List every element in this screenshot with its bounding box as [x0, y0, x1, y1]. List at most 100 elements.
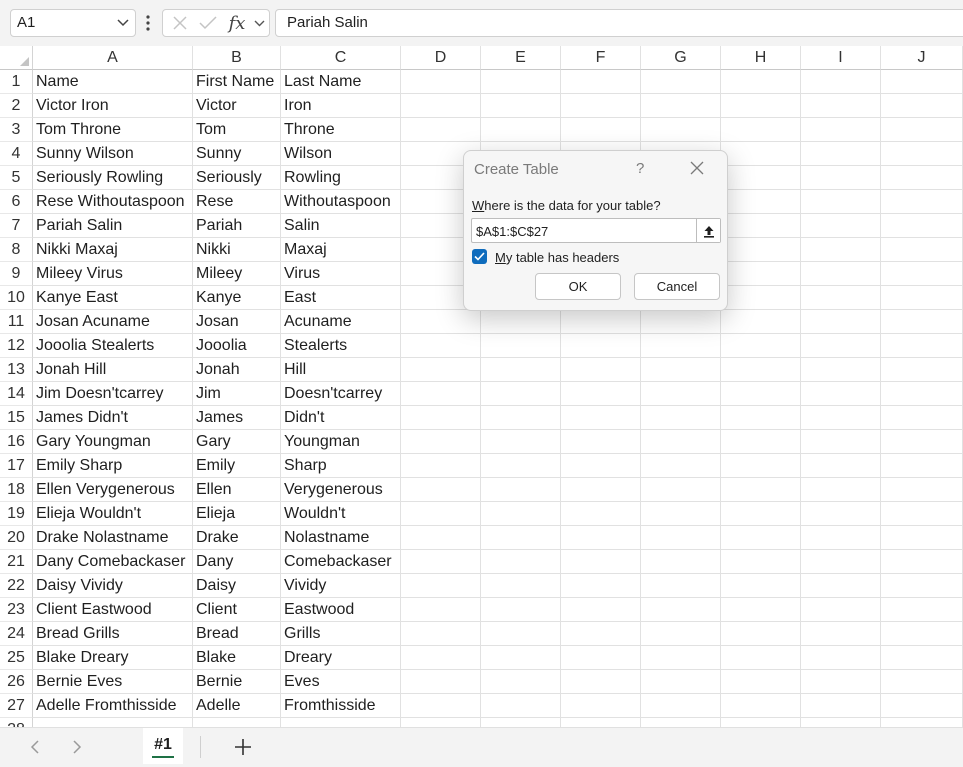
add-sheet-icon[interactable]: [232, 736, 254, 758]
cell-b25[interactable]: Blake: [193, 646, 281, 670]
row-header[interactable]: 6: [0, 190, 33, 214]
cell-f26[interactable]: [561, 670, 641, 694]
cell-h28[interactable]: [721, 718, 801, 727]
cell-a16[interactable]: Gary Youngman: [33, 430, 193, 454]
cell-e11[interactable]: [481, 310, 561, 334]
cell-c17[interactable]: Sharp: [281, 454, 401, 478]
cell-d3[interactable]: [401, 118, 481, 142]
cell-d13[interactable]: [401, 358, 481, 382]
cell-h2[interactable]: [721, 94, 801, 118]
row-header[interactable]: 21: [0, 550, 33, 574]
row-header[interactable]: 2: [0, 94, 33, 118]
row-header[interactable]: 25: [0, 646, 33, 670]
cell-j8[interactable]: [881, 238, 963, 262]
cell-g13[interactable]: [641, 358, 721, 382]
confirm-entry-icon[interactable]: [197, 10, 219, 36]
cell-e3[interactable]: [481, 118, 561, 142]
cell-g15[interactable]: [641, 406, 721, 430]
row-header[interactable]: 27: [0, 694, 33, 718]
cell-c18[interactable]: Verygenerous: [281, 478, 401, 502]
row-header[interactable]: 9: [0, 262, 33, 286]
cell-f1[interactable]: [561, 70, 641, 94]
column-header-d[interactable]: D: [401, 46, 481, 70]
cell-j4[interactable]: [881, 142, 963, 166]
cell-d17[interactable]: [401, 454, 481, 478]
cell-b27[interactable]: Adelle: [193, 694, 281, 718]
insert-function-icon[interactable]: fx: [225, 10, 249, 36]
cell-g23[interactable]: [641, 598, 721, 622]
cell-b8[interactable]: Nikki: [193, 238, 281, 262]
cell-h20[interactable]: [721, 526, 801, 550]
cell-i11[interactable]: [801, 310, 881, 334]
cell-i22[interactable]: [801, 574, 881, 598]
cell-c4[interactable]: Wilson: [281, 142, 401, 166]
cell-a26[interactable]: Bernie Eves: [33, 670, 193, 694]
cell-h11[interactable]: [721, 310, 801, 334]
cell-d28[interactable]: [401, 718, 481, 727]
cell-b1[interactable]: First Name: [193, 70, 281, 94]
cell-i9[interactable]: [801, 262, 881, 286]
cell-a8[interactable]: Nikki Maxaj: [33, 238, 193, 262]
cell-a23[interactable]: Client Eastwood: [33, 598, 193, 622]
cell-e27[interactable]: [481, 694, 561, 718]
cell-j12[interactable]: [881, 334, 963, 358]
cell-c7[interactable]: Salin: [281, 214, 401, 238]
cell-j22[interactable]: [881, 574, 963, 598]
cell-f22[interactable]: [561, 574, 641, 598]
select-all-button[interactable]: [0, 46, 33, 70]
cell-e25[interactable]: [481, 646, 561, 670]
cell-e21[interactable]: [481, 550, 561, 574]
row-header[interactable]: 14: [0, 382, 33, 406]
cell-h15[interactable]: [721, 406, 801, 430]
cell-b13[interactable]: Jonah: [193, 358, 281, 382]
cell-j17[interactable]: [881, 454, 963, 478]
row-header[interactable]: 11: [0, 310, 33, 334]
cell-e18[interactable]: [481, 478, 561, 502]
cell-c27[interactable]: Fromthisside: [281, 694, 401, 718]
cell-a24[interactable]: Bread Grills: [33, 622, 193, 646]
cell-i17[interactable]: [801, 454, 881, 478]
cell-b28[interactable]: [193, 718, 281, 727]
cell-i6[interactable]: [801, 190, 881, 214]
cancel-button[interactable]: Cancel: [634, 273, 720, 300]
cell-b3[interactable]: Tom: [193, 118, 281, 142]
cell-a10[interactable]: Kanye East: [33, 286, 193, 310]
cell-a28[interactable]: [33, 718, 193, 727]
cell-a20[interactable]: Drake Nolastname: [33, 526, 193, 550]
cell-h5[interactable]: [721, 166, 801, 190]
sheet-tab[interactable]: #1: [143, 728, 183, 764]
ok-button[interactable]: OK: [535, 273, 621, 300]
cell-c10[interactable]: East: [281, 286, 401, 310]
cell-f20[interactable]: [561, 526, 641, 550]
chevron-down-icon[interactable]: [117, 18, 129, 28]
column-header-e[interactable]: E: [481, 46, 561, 70]
cell-c15[interactable]: Didn't: [281, 406, 401, 430]
cell-j18[interactable]: [881, 478, 963, 502]
row-header[interactable]: 5: [0, 166, 33, 190]
cell-e24[interactable]: [481, 622, 561, 646]
cell-b15[interactable]: James: [193, 406, 281, 430]
cell-j25[interactable]: [881, 646, 963, 670]
cell-g1[interactable]: [641, 70, 721, 94]
column-header-c[interactable]: C: [281, 46, 401, 70]
cell-j14[interactable]: [881, 382, 963, 406]
cell-d24[interactable]: [401, 622, 481, 646]
cell-i18[interactable]: [801, 478, 881, 502]
row-header[interactable]: 20: [0, 526, 33, 550]
headers-checkbox-label[interactable]: My table has headers: [495, 250, 619, 265]
cell-j2[interactable]: [881, 94, 963, 118]
cell-h26[interactable]: [721, 670, 801, 694]
cell-j15[interactable]: [881, 406, 963, 430]
more-options-icon[interactable]: [145, 14, 151, 32]
cell-e19[interactable]: [481, 502, 561, 526]
cell-f3[interactable]: [561, 118, 641, 142]
row-header[interactable]: 7: [0, 214, 33, 238]
cell-g22[interactable]: [641, 574, 721, 598]
cell-c3[interactable]: Throne: [281, 118, 401, 142]
cell-e1[interactable]: [481, 70, 561, 94]
cell-g16[interactable]: [641, 430, 721, 454]
cell-i13[interactable]: [801, 358, 881, 382]
cell-i26[interactable]: [801, 670, 881, 694]
cell-f19[interactable]: [561, 502, 641, 526]
row-header[interactable]: 18: [0, 478, 33, 502]
